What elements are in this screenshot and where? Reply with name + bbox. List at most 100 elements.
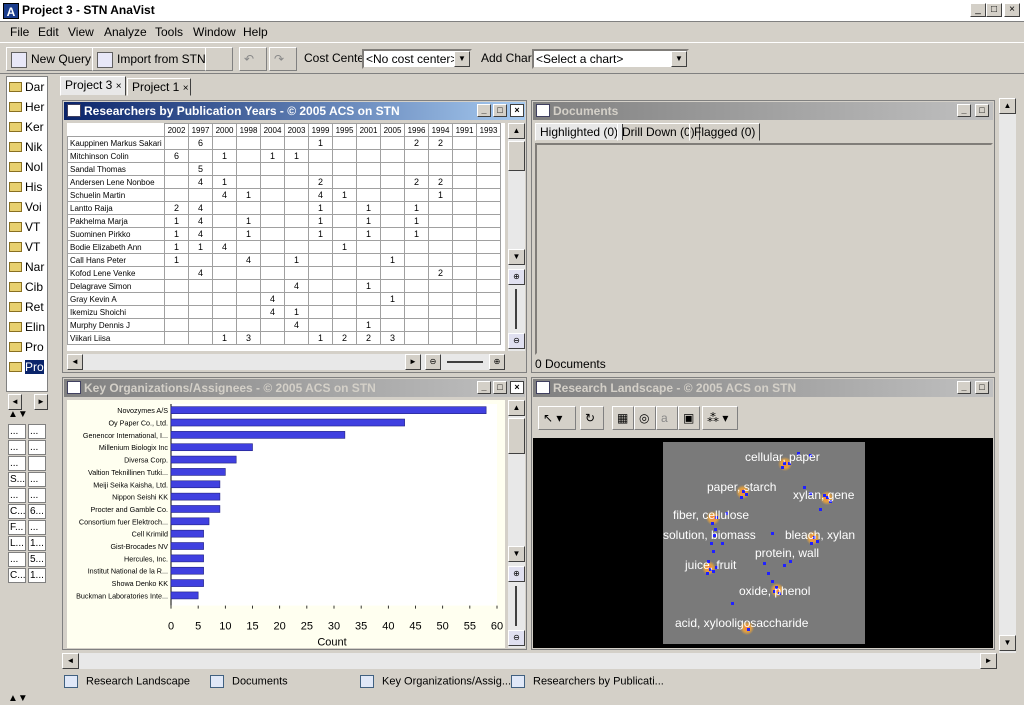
category-label[interactable]: Gist-Brocades NV: [110, 542, 168, 551]
researcher-name[interactable]: Lantto Raija: [67, 201, 165, 215]
year-header[interactable]: 2002: [164, 123, 189, 137]
count-cell[interactable]: 1: [356, 318, 381, 332]
table-row[interactable]: Kauppinen Markus Sakari 6 1 2 2: [67, 136, 501, 150]
count-cell[interactable]: [260, 253, 285, 267]
count-cell[interactable]: [164, 162, 189, 176]
count-cell[interactable]: [164, 266, 189, 280]
count-cell[interactable]: [404, 240, 429, 254]
panel-maximize-icon[interactable]: □: [975, 104, 989, 117]
count-cell[interactable]: [236, 240, 261, 254]
count-cell[interactable]: [188, 188, 213, 202]
count-cell[interactable]: [212, 292, 237, 306]
count-cell[interactable]: [164, 292, 189, 306]
count-cell[interactable]: [212, 318, 237, 332]
count-cell[interactable]: 4: [188, 201, 213, 215]
zoom-out-icon[interactable]: ⊖: [508, 333, 525, 349]
bar[interactable]: [170, 566, 204, 575]
count-cell[interactable]: [476, 175, 501, 189]
close-icon[interactable]: ×: [116, 81, 122, 92]
category-label[interactable]: Millenium Biologix Inc: [99, 443, 169, 452]
count-cell[interactable]: 1: [428, 188, 453, 202]
count-cell[interactable]: [356, 240, 381, 254]
document-point[interactable]: [731, 602, 734, 605]
document-point[interactable]: [781, 466, 784, 469]
count-cell[interactable]: [356, 136, 381, 150]
count-cell[interactable]: [212, 266, 237, 280]
count-cell[interactable]: 4: [260, 292, 285, 306]
count-cell[interactable]: 3: [380, 331, 405, 345]
main-vscroll[interactable]: ▲ ▼: [999, 98, 1016, 653]
category-label[interactable]: Valtion Teknillinen Tutki...: [88, 468, 168, 477]
sidebar-item[interactable]: Her: [9, 100, 47, 114]
researchers-hscroll[interactable]: ◄ ► ⊖ ⊕: [67, 354, 505, 370]
bar[interactable]: [170, 517, 210, 526]
count-cell[interactable]: [404, 253, 429, 267]
document-point[interactable]: [819, 508, 822, 511]
count-cell[interactable]: [476, 292, 501, 306]
count-cell[interactable]: [236, 318, 261, 332]
splitter-arrows-bottom[interactable]: ▲▼: [8, 694, 48, 704]
count-cell[interactable]: 4: [188, 214, 213, 228]
summary-cell[interactable]: ...: [8, 552, 26, 567]
count-cell[interactable]: [476, 279, 501, 293]
table-row[interactable]: Gray Kevin A 4 1: [67, 292, 501, 306]
category-label[interactable]: Consortium fuer Elektroch...: [79, 517, 168, 526]
count-cell[interactable]: 1: [236, 227, 261, 241]
document-point[interactable]: [721, 542, 724, 545]
menu-analyze[interactable]: Analyze: [104, 25, 147, 39]
year-header[interactable]: 1999: [308, 123, 333, 137]
count-cell[interactable]: [452, 331, 477, 345]
count-cell[interactable]: 1: [380, 292, 405, 306]
tab-highlighted[interactable]: Highlighted (0): [535, 123, 624, 141]
bar[interactable]: [170, 418, 405, 427]
count-cell[interactable]: [380, 214, 405, 228]
bar[interactable]: [170, 542, 204, 550]
cluster-label[interactable]: xylan, gene: [793, 488, 854, 502]
count-cell[interactable]: [356, 253, 381, 267]
count-cell[interactable]: [260, 240, 285, 254]
document-point[interactable]: [706, 572, 709, 575]
count-cell[interactable]: 1: [164, 240, 189, 254]
table-row[interactable]: Schuelin Martin 4 1 4 1 1: [67, 188, 501, 202]
table-row[interactable]: Call Hans Peter 1 4 1 1: [67, 253, 501, 267]
bar[interactable]: [170, 505, 221, 513]
summary-cell[interactable]: 1...: [28, 536, 46, 551]
count-cell[interactable]: [260, 227, 285, 241]
count-cell[interactable]: [380, 175, 405, 189]
refresh-icon[interactable]: ↻: [580, 406, 604, 430]
year-header[interactable]: 1991: [452, 123, 477, 137]
table-row[interactable]: Delagrave Simon 4 1: [67, 279, 501, 293]
sidebar-item[interactable]: Elin: [9, 320, 47, 334]
document-point[interactable]: [740, 496, 743, 499]
count-cell[interactable]: [452, 188, 477, 202]
summary-cell[interactable]: 6...: [28, 504, 46, 519]
count-cell[interactable]: [164, 188, 189, 202]
count-cell[interactable]: [428, 253, 453, 267]
bar[interactable]: [170, 591, 199, 600]
count-cell[interactable]: [212, 279, 237, 293]
menu-window[interactable]: Window: [193, 25, 236, 39]
sidebar-item[interactable]: Ret: [9, 300, 47, 314]
bar[interactable]: [170, 406, 487, 414]
zoom-out-icon[interactable]: ⊖: [425, 354, 441, 370]
count-cell[interactable]: 1: [404, 214, 429, 228]
count-cell[interactable]: 4: [284, 318, 309, 332]
count-cell[interactable]: 1: [404, 201, 429, 215]
panel-close-icon[interactable]: ×: [510, 381, 524, 394]
document-point[interactable]: [710, 542, 713, 545]
table-row[interactable]: Kofod Lene Venke 4 2: [67, 266, 501, 280]
count-cell[interactable]: [452, 318, 477, 332]
count-cell[interactable]: [452, 227, 477, 241]
count-cell[interactable]: [308, 253, 333, 267]
count-cell[interactable]: 1: [308, 331, 333, 345]
count-cell[interactable]: 1: [188, 240, 213, 254]
count-cell[interactable]: [212, 227, 237, 241]
count-cell[interactable]: 4: [212, 188, 237, 202]
count-cell[interactable]: [188, 331, 213, 345]
sidebar-item[interactable]: Ker: [9, 120, 47, 134]
count-cell[interactable]: [452, 175, 477, 189]
summary-cell[interactable]: 1...: [28, 568, 46, 583]
category-label[interactable]: Novozymes A/S: [117, 406, 168, 415]
table-row[interactable]: Andersen Lene Nonboe 4 1 2 2 2: [67, 175, 501, 189]
researcher-name[interactable]: Mitchinson Colin: [67, 149, 165, 163]
